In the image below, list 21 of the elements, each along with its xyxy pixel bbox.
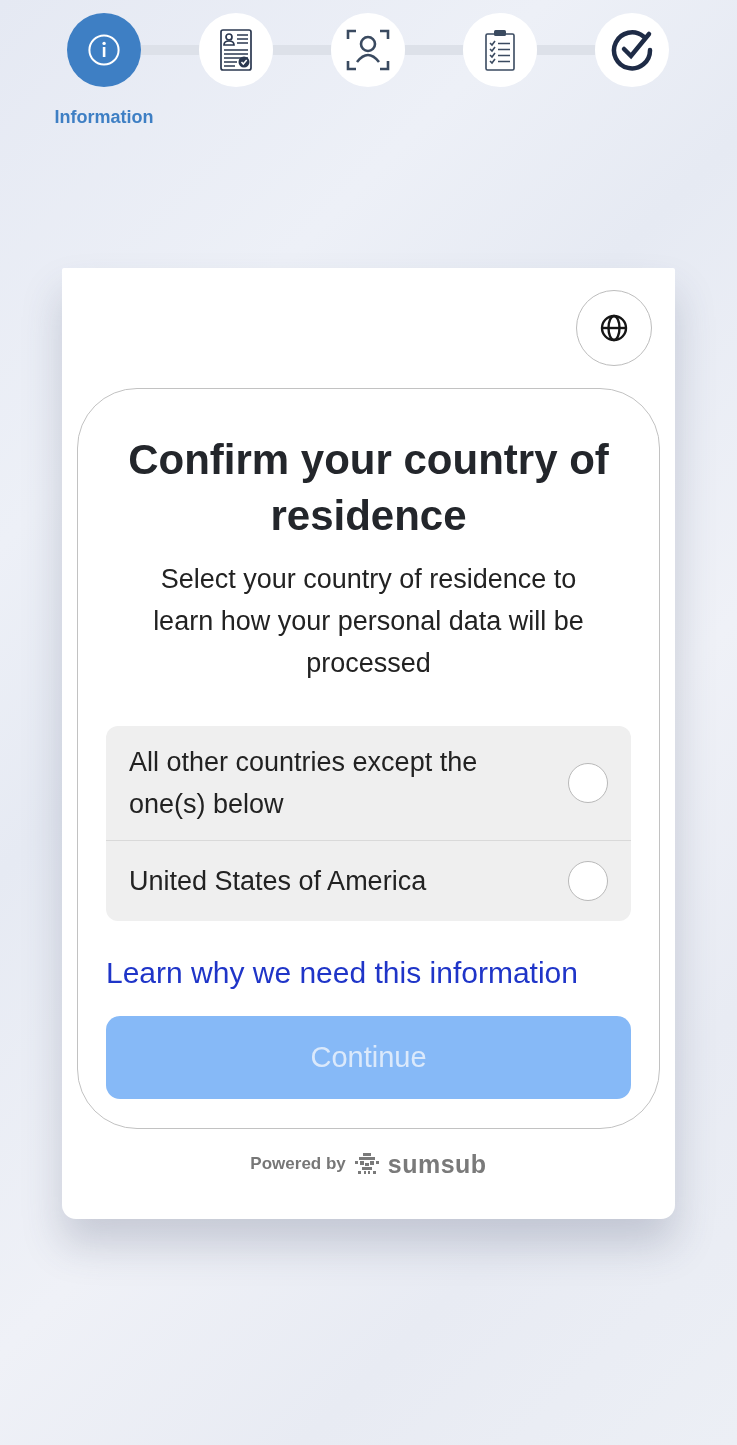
- step-label: Information: [54, 106, 154, 128]
- clipboard-icon: [485, 29, 515, 71]
- powered-by-text: Powered by: [250, 1154, 346, 1174]
- brand-name: sumsub: [387, 1149, 487, 1179]
- globe-icon: [600, 314, 628, 342]
- step-connector: [405, 45, 463, 55]
- logo-icon: [353, 1153, 380, 1175]
- document-icon: [220, 29, 252, 71]
- info-icon: [88, 34, 120, 66]
- radio-button[interactable]: [568, 763, 608, 803]
- country-option[interactable]: All other countries except the one(s) below: [106, 726, 631, 840]
- check-circle-icon: [610, 28, 654, 72]
- country-option[interactable]: United States of America: [106, 840, 631, 921]
- learn-why-link[interactable]: Learn why we need this information: [106, 956, 578, 989]
- subtitle: Select your country of residence to learn how your personal data will be processed: [152, 563, 585, 680]
- radio-button[interactable]: [568, 861, 608, 901]
- title: Confirm your country of residence: [127, 435, 610, 541]
- step-connector: [273, 45, 331, 55]
- step-connector: [537, 45, 595, 55]
- step-connector: [141, 45, 199, 55]
- face-scan-icon: [346, 29, 390, 71]
